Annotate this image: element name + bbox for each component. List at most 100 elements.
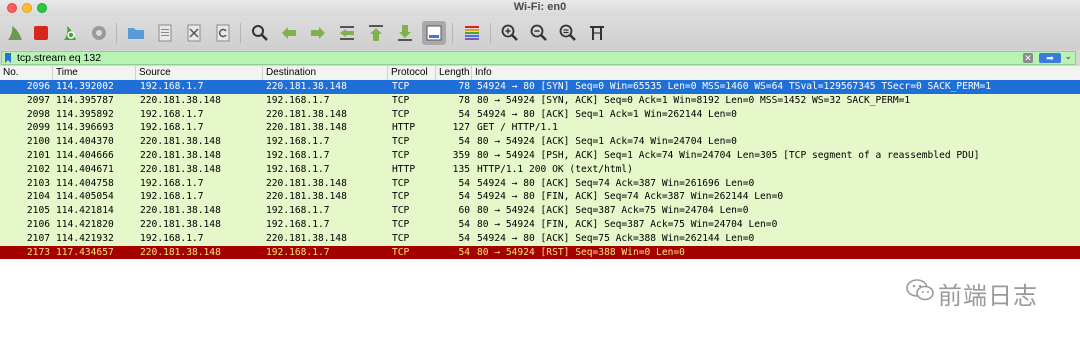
packet-dst-cell: 192.168.1.7 <box>266 136 330 148</box>
packet-row[interactable]: 2106 114.421820 220.181.38.148 192.168.1.7 T… <box>0 217 1080 232</box>
packet-dst-cell: 192.168.1.7 <box>266 163 330 175</box>
packet-src-cell: 192.168.1.7 <box>140 108 204 120</box>
restart-capture-icon[interactable] <box>58 21 82 45</box>
packet-proto-cell: TCP <box>392 246 410 258</box>
packet-info-cell: 80 → 54924 [SYN, ACK] Seq=0 Ack=1 Win=81… <box>477 94 911 106</box>
packet-no-cell: 2098 <box>26 108 50 120</box>
go-forward-icon[interactable] <box>306 21 330 45</box>
column-header-source[interactable]: Source <box>136 66 263 80</box>
packet-dst-cell: 220.181.38.148 <box>266 191 347 203</box>
packet-proto-cell: TCP <box>392 205 410 217</box>
watermark-text: 前端日志 <box>938 282 1038 310</box>
packet-no-cell: 2100 <box>26 136 50 148</box>
packet-no-cell: 2097 <box>26 94 50 106</box>
packet-src-cell: 220.181.38.148 <box>140 205 221 217</box>
packet-proto-cell: HTTP <box>392 122 416 134</box>
packet-no-cell: 2106 <box>26 218 50 230</box>
wechat-icon <box>906 279 934 301</box>
packet-row[interactable]: 2173 117.434657 220.181.38.148 192.168.1.7 T… <box>0 245 1080 260</box>
packet-time-cell: 114.395892 <box>56 108 114 120</box>
packet-src-cell: 192.168.1.7 <box>140 122 204 134</box>
find-packet-icon[interactable] <box>248 21 272 45</box>
stop-capture-icon[interactable] <box>29 21 53 45</box>
column-header-destination[interactable]: Destination <box>263 66 388 80</box>
zoom-in-icon[interactable] <box>498 21 522 45</box>
packet-row[interactable]: 2097 114.395787 220.181.38.148 192.168.1.7 T… <box>0 93 1080 108</box>
packet-row[interactable]: 2100 114.404370 220.181.38.148 192.168.1.7 T… <box>0 135 1080 149</box>
column-header-time[interactable]: Time <box>53 66 136 80</box>
packet-row[interactable]: 2103 114.404758 192.168.1.7 220.181.38.148 T… <box>0 176 1080 191</box>
packet-list: 2096 114.392002 192.168.1.7 220.181.38.148 T… <box>0 80 1080 260</box>
packet-dst-cell: 220.181.38.148 <box>266 122 347 134</box>
packet-no-cell: 2102 <box>26 163 50 175</box>
packet-len-cell: 54 <box>458 232 470 244</box>
zoom-out-icon[interactable] <box>527 21 551 45</box>
packet-time-cell: 114.396693 <box>56 122 114 134</box>
packet-proto-cell: TCP <box>392 232 410 244</box>
filter-bookmark-icon[interactable] <box>5 53 11 63</box>
packet-dst-cell: 192.168.1.7 <box>266 205 330 217</box>
go-last-packet-icon[interactable] <box>393 21 417 45</box>
go-back-icon[interactable] <box>277 21 301 45</box>
packet-info-cell: 80 → 54924 [ACK] Seq=387 Ack=75 Win=2470… <box>477 205 749 217</box>
packet-row[interactable]: 2102 114.404671 220.181.38.148 192.168.1.7 H… <box>0 162 1080 177</box>
reload-file-icon[interactable] <box>211 21 235 45</box>
packet-dst-cell: 192.168.1.7 <box>266 94 330 106</box>
packet-dst-cell: 220.181.38.148 <box>266 108 347 120</box>
packet-no-cell: 2104 <box>26 191 50 203</box>
open-file-icon[interactable] <box>124 21 148 45</box>
display-filter-text: tcp.stream eq 132 <box>17 52 102 64</box>
packet-info-cell: 54924 → 80 [SYN] Seq=0 Win=65535 Len=0 M… <box>477 81 992 92</box>
packet-dst-cell: 220.181.38.148 <box>266 81 347 92</box>
packet-info-cell: 54924 → 80 [ACK] Seq=74 Ack=387 Win=2616… <box>477 177 755 189</box>
packet-info-cell: 54924 → 80 [FIN, ACK] Seq=74 Ack=387 Win… <box>477 191 784 203</box>
apply-filter-icon[interactable]: ➡ <box>1039 53 1061 63</box>
close-file-icon[interactable] <box>182 21 206 45</box>
column-header-info[interactable]: Info <box>472 66 1080 80</box>
column-header-protocol[interactable]: Protocol <box>388 66 436 80</box>
packet-len-cell: 135 <box>452 163 470 175</box>
packet-row[interactable]: 2096 114.392002 192.168.1.7 220.181.38.148 T… <box>0 80 1080 94</box>
packet-row[interactable]: 2104 114.405054 192.168.1.7 220.181.38.148 T… <box>0 190 1080 205</box>
resize-columns-icon[interactable] <box>585 21 609 45</box>
capture-options-icon[interactable] <box>87 21 111 45</box>
clear-filter-icon[interactable]: ✕ <box>1023 53 1033 63</box>
packet-len-cell: 127 <box>452 122 470 134</box>
packet-src-cell: 220.181.38.148 <box>140 94 221 106</box>
zoom-normal-icon[interactable] <box>556 21 580 45</box>
auto-scroll-icon[interactable] <box>422 21 446 45</box>
packet-info-cell: GET / HTTP/1.1 <box>477 122 558 134</box>
colorize-icon[interactable] <box>460 21 484 45</box>
packet-time-cell: 114.404666 <box>56 149 114 161</box>
packet-no-cell: 2103 <box>26 177 50 189</box>
display-filter-input[interactable]: tcp.stream eq 132 ✕ ➡ ⌄ <box>1 51 1076 65</box>
packet-info-cell: 80 → 54924 [ACK] Seq=1 Ack=74 Win=24704 … <box>477 136 737 148</box>
packet-dst-cell: 220.181.38.148 <box>266 177 347 189</box>
save-file-icon[interactable] <box>153 21 177 45</box>
packet-time-cell: 114.404671 <box>56 163 114 175</box>
packet-no-cell: 2096 <box>26 81 50 92</box>
packet-row[interactable]: 2101 114.404666 220.181.38.148 192.168.1.7 T… <box>0 148 1080 163</box>
packet-row[interactable]: 2098 114.395892 192.168.1.7 220.181.38.148 T… <box>0 107 1080 122</box>
packet-time-cell: 114.421932 <box>56 232 114 244</box>
packet-row[interactable]: 2107 114.421932 192.168.1.7 220.181.38.148 T… <box>0 231 1080 246</box>
column-header-no[interactable]: No. <box>0 66 53 80</box>
packet-src-cell: 220.181.38.148 <box>140 163 221 175</box>
window-title: Wi-Fi: en0 <box>513 1 567 13</box>
packet-info-cell: HTTP/1.1 200 OK (text/html) <box>477 163 633 175</box>
packet-row[interactable]: 2099 114.396693 192.168.1.7 220.181.38.148 H… <box>0 121 1080 136</box>
packet-proto-cell: TCP <box>392 149 410 161</box>
packet-proto-cell: TCP <box>392 81 410 92</box>
go-first-packet-icon[interactable] <box>364 21 388 45</box>
packet-proto-cell: TCP <box>392 136 410 148</box>
packet-row[interactable]: 2105 114.421814 220.181.38.148 192.168.1.7 T… <box>0 204 1080 218</box>
packet-no-cell: 2105 <box>26 205 50 217</box>
packet-len-cell: 54 <box>458 108 470 120</box>
shark-fin-start-icon[interactable] <box>3 21 27 45</box>
column-header-length[interactable]: Length <box>436 66 472 80</box>
toolbar-separator <box>240 23 241 43</box>
filter-dropdown-icon[interactable]: ⌄ <box>1064 51 1072 62</box>
display-filter-bar: tcp.stream eq 132 ✕ ➡ ⌄ <box>0 50 1080 66</box>
packet-time-cell: 114.421820 <box>56 218 114 230</box>
go-to-packet-icon[interactable] <box>335 21 359 45</box>
